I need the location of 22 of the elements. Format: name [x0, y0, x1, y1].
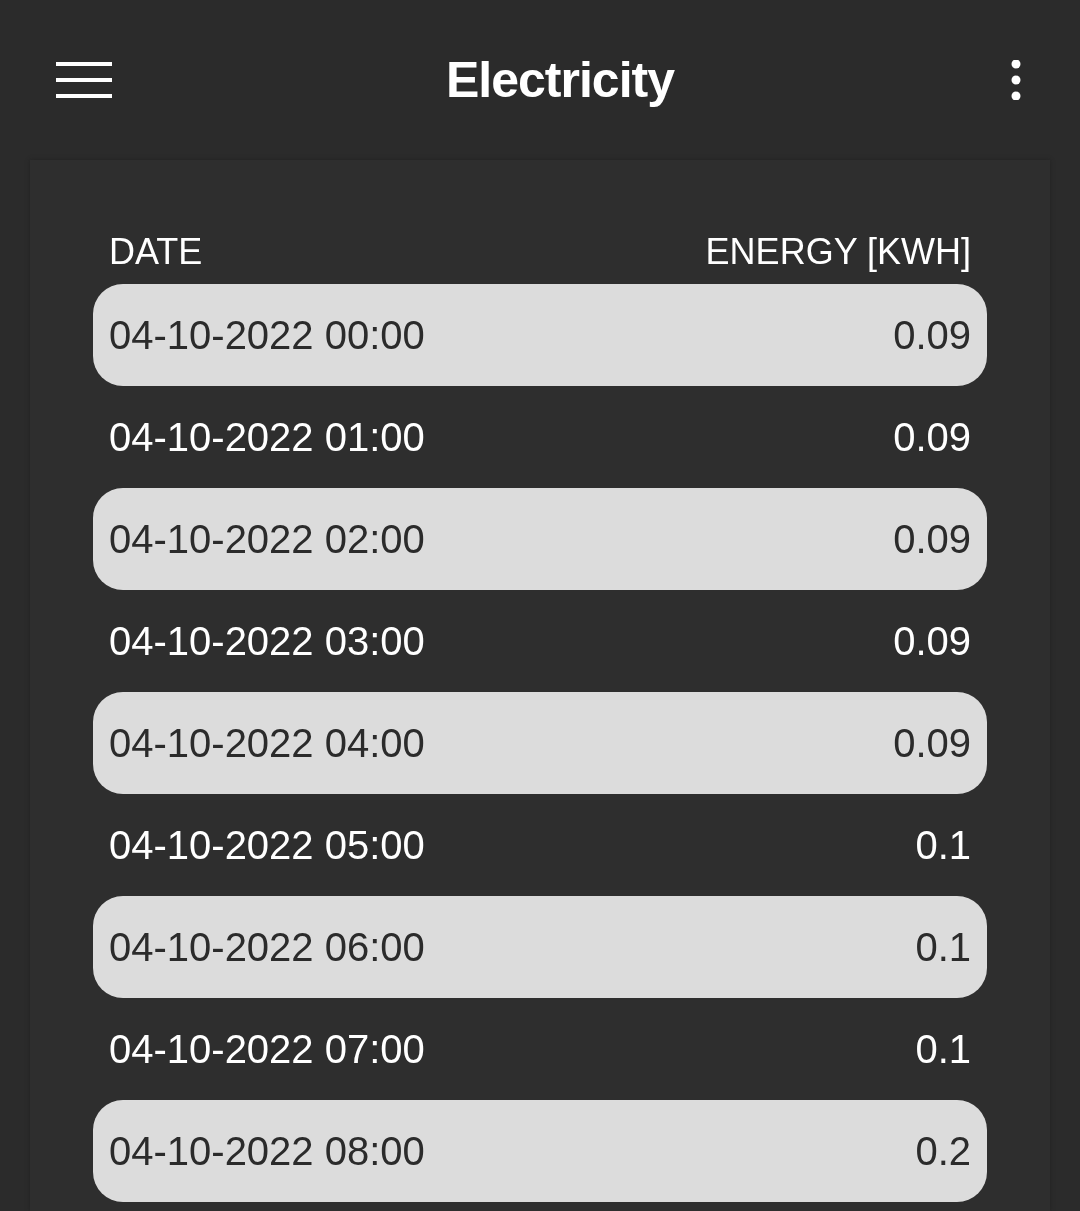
energy-cell-text: 0.1: [915, 822, 971, 869]
energy-cell-text: 0.09: [893, 720, 971, 767]
energy-cell-text: 0.09: [893, 312, 971, 359]
date-cell-text: 04-10-2022 08:00: [109, 1128, 425, 1175]
energy-cell-text: 0.1: [915, 1026, 971, 1073]
column-header: ENERGY [KWH]: [705, 230, 971, 274]
date-cell-text: 04-10-2022 06:00: [109, 924, 425, 971]
energy-cell-text: 0.1: [915, 924, 971, 971]
energy-cell-text: 0.09: [893, 414, 971, 461]
date-cell-text: 04-10-2022 01:00: [109, 414, 425, 461]
energy-cell-text: 0.09: [893, 516, 971, 563]
energy-cell-text: 0.09: [893, 618, 971, 665]
date-cell-text: 04-10-2022 04:00: [109, 720, 425, 767]
date-cell-text: 04-10-2022 03:00: [109, 618, 425, 665]
date-cell-text: 04-10-2022 07:00: [109, 1026, 425, 1073]
date-cell-text: 04-10-2022 00:00: [109, 312, 425, 359]
energy-cell-text: 0.2: [915, 1128, 971, 1175]
column-header: DATE: [109, 230, 203, 274]
app-title: Electricity: [446, 50, 674, 110]
date-cell-text: 04-10-2022 05:00: [109, 822, 425, 869]
menu-button[interactable]: [56, 60, 112, 100]
date-cell-text: 04-10-2022 02:00: [109, 516, 425, 563]
